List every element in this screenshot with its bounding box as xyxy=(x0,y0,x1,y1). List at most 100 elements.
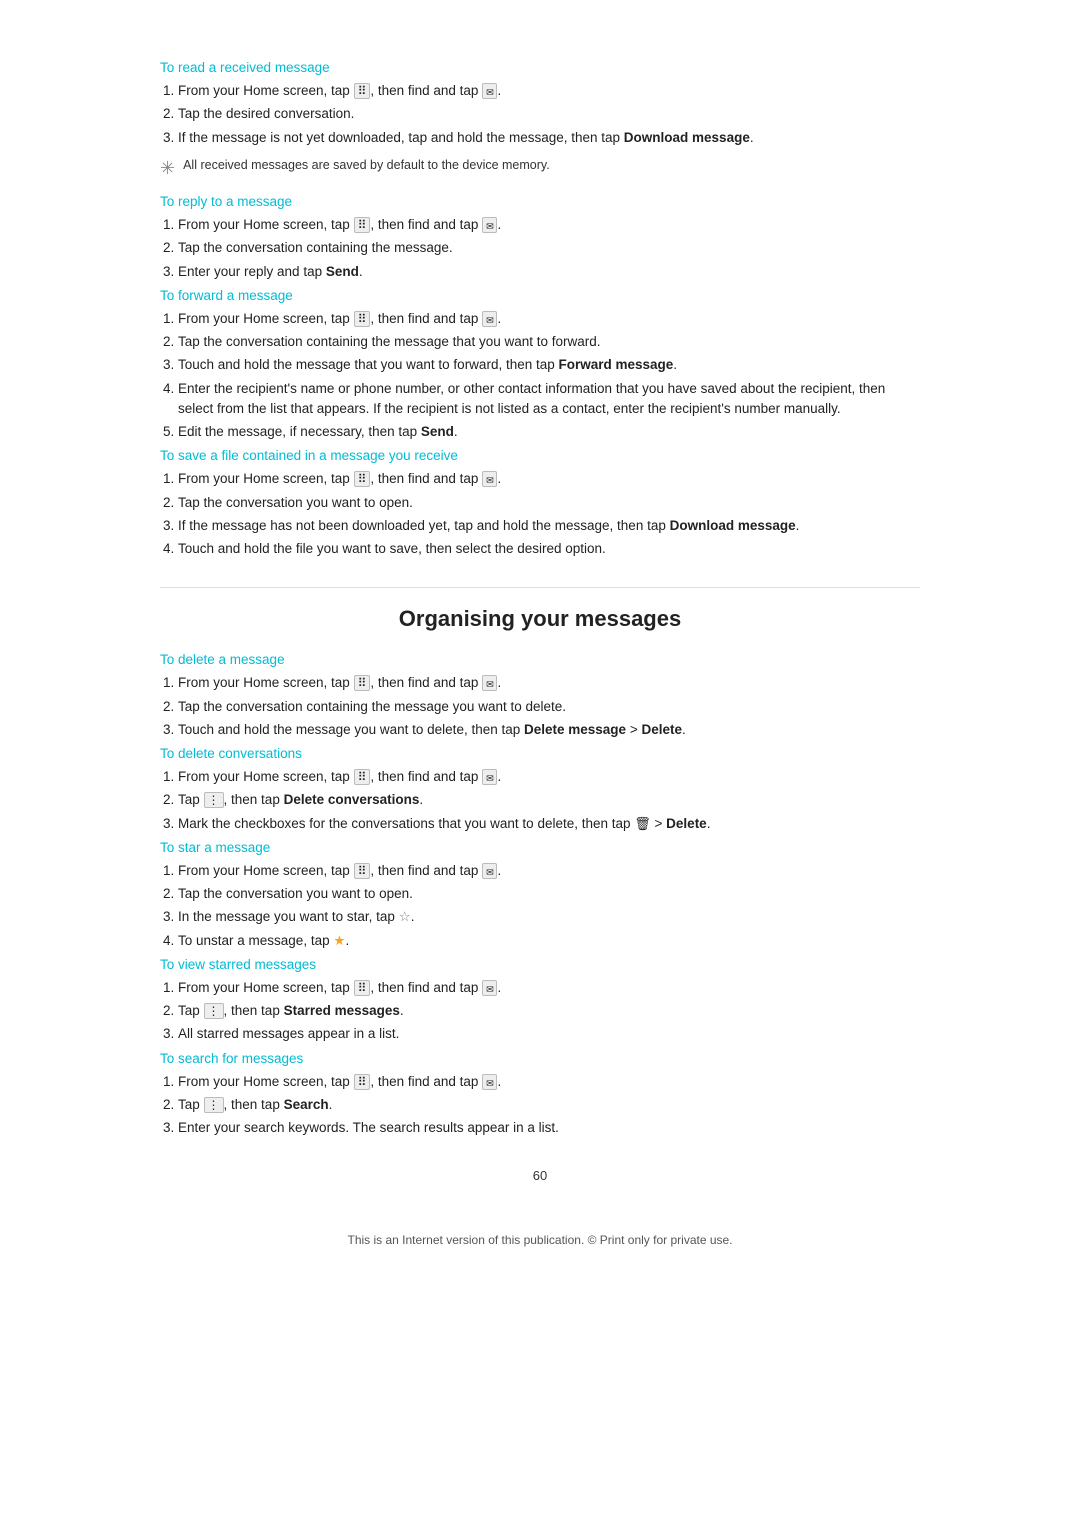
step: From your Home screen, tap ⠿, then find … xyxy=(178,469,920,489)
steps-delete-message: From your Home screen, tap ⠿, then find … xyxy=(178,673,920,740)
section-search-messages: To search for messages From your Home sc… xyxy=(160,1051,920,1139)
step: All starred messages appear in a list. xyxy=(178,1024,920,1044)
msg-icon: ✉ xyxy=(482,1074,497,1090)
step: Tap the conversation containing the mess… xyxy=(178,238,920,258)
step: In the message you want to star, tap ☆. xyxy=(178,907,920,927)
bold-text: Forward message xyxy=(559,357,674,372)
step: From your Home screen, tap ⠿, then find … xyxy=(178,1072,920,1092)
step: Touch and hold the message you want to d… xyxy=(178,720,920,740)
organising-heading: Organising your messages xyxy=(160,606,920,632)
steps-save-file: From your Home screen, tap ⠿, then find … xyxy=(178,469,920,559)
msg-icon: ✉ xyxy=(482,471,497,487)
section-view-starred: To view starred messages From your Home … xyxy=(160,957,920,1045)
apps-icon: ⠿ xyxy=(354,863,371,879)
steps-reply-message: From your Home screen, tap ⠿, then find … xyxy=(178,215,920,282)
step: Edit the message, if necessary, then tap… xyxy=(178,422,920,442)
msg-icon: ✉ xyxy=(482,675,497,691)
page-footer: This is an Internet version of this publ… xyxy=(160,1233,920,1247)
page-number: 60 xyxy=(160,1168,920,1183)
step: Enter the recipient's name or phone numb… xyxy=(178,379,920,420)
step: From your Home screen, tap ⠿, then find … xyxy=(178,767,920,787)
step: Touch and hold the message that you want… xyxy=(178,355,920,375)
step: From your Home screen, tap ⠿, then find … xyxy=(178,309,920,329)
msg-icon: ✉ xyxy=(482,769,497,785)
step: Tap the conversation you want to open. xyxy=(178,493,920,513)
step: Tap the conversation containing the mess… xyxy=(178,332,920,352)
bold-text: Delete xyxy=(666,816,707,831)
heading-reply-message: To reply to a message xyxy=(160,194,920,209)
msg-icon: ✉ xyxy=(482,83,497,99)
section-save-file: To save a file contained in a message yo… xyxy=(160,448,920,559)
section-forward-message: To forward a message From your Home scre… xyxy=(160,288,920,443)
steps-delete-conversations: From your Home screen, tap ⠿, then find … xyxy=(178,767,920,834)
bold-text: Delete xyxy=(641,722,682,737)
step: Tap ⋮, then tap Starred messages. xyxy=(178,1001,920,1021)
bold-text: Download message xyxy=(670,518,796,533)
msg-icon: ✉ xyxy=(482,311,497,327)
steps-star-message: From your Home screen, tap ⠿, then find … xyxy=(178,861,920,951)
step: Enter your search keywords. The search r… xyxy=(178,1118,920,1138)
bold-text: Delete message xyxy=(524,722,626,737)
step: From your Home screen, tap ⠿, then find … xyxy=(178,81,920,101)
bold-text: Starred messages xyxy=(284,1003,400,1018)
star-filled-icon: ★ xyxy=(333,933,345,948)
step: From your Home screen, tap ⠿, then find … xyxy=(178,861,920,881)
msg-icon: ✉ xyxy=(482,980,497,996)
menu-icon: ⋮ xyxy=(204,1097,224,1113)
msg-icon: ✉ xyxy=(482,863,497,879)
step: Tap the conversation you want to open. xyxy=(178,884,920,904)
step: To unstar a message, tap ★. xyxy=(178,931,920,951)
apps-icon: ⠿ xyxy=(354,471,371,487)
apps-icon: ⠿ xyxy=(354,980,371,996)
step: Touch and hold the file you want to save… xyxy=(178,539,920,559)
section-read-received: To read a received message From your Hom… xyxy=(160,60,920,180)
step: From your Home screen, tap ⠿, then find … xyxy=(178,215,920,235)
steps-view-starred: From your Home screen, tap ⠿, then find … xyxy=(178,978,920,1045)
heading-delete-message: To delete a message xyxy=(160,652,920,667)
section-delete-conversations: To delete conversations From your Home s… xyxy=(160,746,920,834)
heading-view-starred: To view starred messages xyxy=(160,957,920,972)
trash-icon: 🗑 xyxy=(634,816,651,831)
steps-read-received: From your Home screen, tap ⠿, then find … xyxy=(178,81,920,148)
tip-box: ✳ All received messages are saved by def… xyxy=(160,158,920,180)
star-outline-icon: ☆ xyxy=(399,909,411,924)
steps-search-messages: From your Home screen, tap ⠿, then find … xyxy=(178,1072,920,1139)
step: Mark the checkboxes for the conversation… xyxy=(178,814,920,834)
section-star-message: To star a message From your Home screen,… xyxy=(160,840,920,951)
menu-icon: ⋮ xyxy=(204,792,224,808)
section-divider xyxy=(160,587,920,588)
heading-forward-message: To forward a message xyxy=(160,288,920,303)
step: From your Home screen, tap ⠿, then find … xyxy=(178,673,920,693)
msg-icon: ✉ xyxy=(482,217,497,233)
section-delete-message: To delete a message From your Home scree… xyxy=(160,652,920,740)
apps-icon: ⠿ xyxy=(354,675,371,691)
step: Tap ⋮, then tap Search. xyxy=(178,1095,920,1115)
bold-text: Delete conversations xyxy=(284,792,420,807)
apps-icon: ⠿ xyxy=(354,217,371,233)
heading-star-message: To star a message xyxy=(160,840,920,855)
bold-text: Search xyxy=(284,1097,329,1112)
heading-save-file: To save a file contained in a message yo… xyxy=(160,448,920,463)
step: From your Home screen, tap ⠿, then find … xyxy=(178,978,920,998)
apps-icon: ⠿ xyxy=(354,1074,371,1090)
heading-delete-conversations: To delete conversations xyxy=(160,746,920,761)
tip-icon: ✳ xyxy=(160,157,175,180)
step: Tap ⋮, then tap Delete conversations. xyxy=(178,790,920,810)
step: If the message is not yet downloaded, ta… xyxy=(178,128,920,148)
section-reply-message: To reply to a message From your Home scr… xyxy=(160,194,920,282)
menu-icon: ⋮ xyxy=(204,1003,224,1019)
bold-text: Send xyxy=(326,264,359,279)
apps-icon: ⠿ xyxy=(354,83,371,99)
step: Tap the conversation containing the mess… xyxy=(178,697,920,717)
bold-text: Send xyxy=(421,424,454,439)
heading-read-received: To read a received message xyxy=(160,60,920,75)
steps-forward-message: From your Home screen, tap ⠿, then find … xyxy=(178,309,920,443)
step: Tap the desired conversation. xyxy=(178,104,920,124)
apps-icon: ⠿ xyxy=(354,769,371,785)
apps-icon: ⠿ xyxy=(354,311,371,327)
step: If the message has not been downloaded y… xyxy=(178,516,920,536)
heading-search-messages: To search for messages xyxy=(160,1051,920,1066)
bold-text: Download message xyxy=(624,130,750,145)
tip-text: All received messages are saved by defau… xyxy=(183,158,550,172)
step: Enter your reply and tap Send. xyxy=(178,262,920,282)
